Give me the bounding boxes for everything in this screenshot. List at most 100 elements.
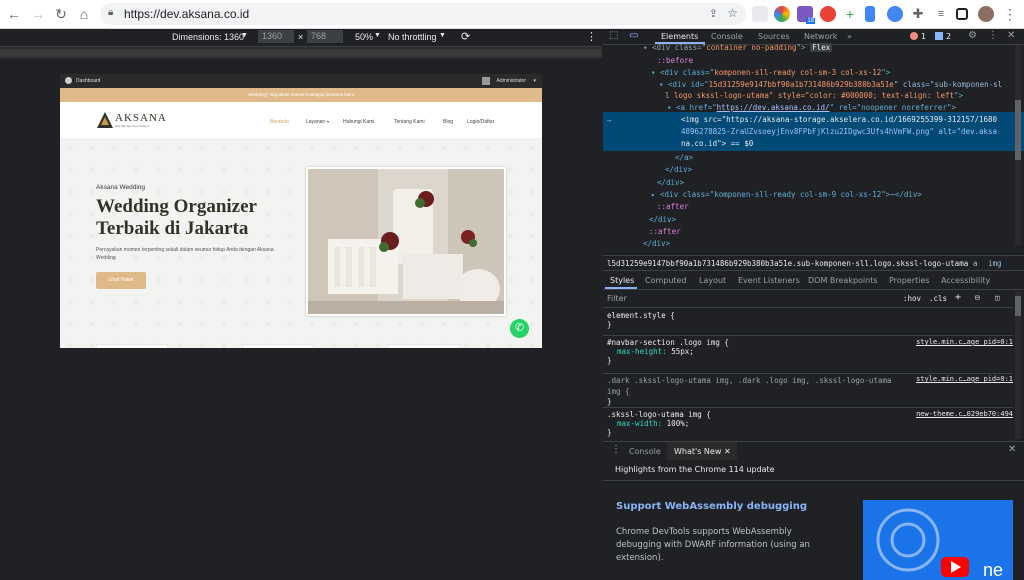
rule-property[interactable]: max-height: 55px; — [607, 347, 1013, 356]
tab-styles[interactable]: Styles — [610, 276, 634, 285]
bookmark-star-icon[interactable]: ☆ — [727, 6, 738, 20]
puzzle-extensions-icon[interactable]: ✚ — [910, 6, 926, 22]
share-icon[interactable]: ⇪ — [709, 7, 718, 20]
error-icon[interactable] — [910, 32, 918, 40]
dom-node[interactable]: ▾ <div class="komponen-sll-ready col-sm-… — [651, 68, 890, 77]
breadcrumb-item[interactable]: a — [973, 259, 978, 268]
tab-console[interactable]: Console — [711, 32, 743, 41]
wordpress-icon[interactable] — [65, 77, 72, 84]
aksana-logo-icon[interactable] — [96, 111, 114, 129]
message-icon[interactable] — [935, 32, 943, 40]
whats-new-video-thumbnail[interactable]: ne — [863, 500, 1013, 580]
devtools-menu-icon[interactable]: ⋮ — [988, 30, 998, 41]
address-bar[interactable]: 🔒︎ https://dev.aksana.co.id ⇪ ☆ — [100, 3, 746, 25]
admin-user-menu[interactable]: Administrator — [497, 78, 526, 84]
new-rule-icon[interactable]: + — [955, 292, 961, 303]
breadcrumb-item[interactable]: l5d31259e9147bbf90a1b731486b929b380b3a51… — [607, 259, 968, 268]
tab-dom-breakpoints[interactable]: DOM Breakpoints — [808, 276, 878, 285]
drawer-menu-icon[interactable]: ⋮ — [611, 444, 621, 455]
inspect-element-icon[interactable]: ⬚ — [609, 30, 618, 41]
throttling-dropdown[interactable]: No throttling — [388, 32, 437, 42]
tab-network[interactable]: Network — [804, 32, 837, 41]
forward-icon[interactable]: → — [28, 4, 48, 24]
dom-node[interactable]: ▾ <div class="container no-padding"> Fle… — [643, 43, 833, 52]
message-count[interactable]: 2 — [946, 32, 951, 41]
reload-icon[interactable]: ↻ — [51, 4, 71, 24]
device-toggle-icon[interactable]: ▭ — [629, 30, 638, 41]
rule-property[interactable]: max-width: 100%; — [607, 419, 1013, 428]
element-state-icon[interactable]: ⊟ — [975, 293, 980, 302]
lihat-paket-button[interactable]: Lihat Paket — [96, 272, 146, 289]
dom-pseudo[interactable]: ::before — [657, 56, 693, 65]
close-icon[interactable]: ✕ — [1007, 30, 1015, 41]
reading-list-icon[interactable]: ≡ — [933, 6, 949, 22]
dom-pseudo[interactable]: ::after — [657, 202, 689, 211]
styles-scrollbar[interactable] — [1015, 291, 1021, 439]
dom-close[interactable]: </a> — [675, 153, 693, 162]
tab-elements[interactable]: Elements — [661, 32, 698, 41]
doc-extension-icon[interactable] — [865, 6, 875, 22]
dom-link[interactable]: https://dev.aksana.co.id/ — [717, 103, 830, 112]
side-panel-icon[interactable] — [956, 8, 968, 20]
nav-link-tentang[interactable]: Tentang Kami — [394, 119, 425, 125]
zoom-dropdown[interactable]: 50% — [355, 32, 373, 42]
adblock-icon[interactable] — [820, 6, 836, 22]
dom-node[interactable]: ▸ <div class="komponen-sll-ready col-sm-… — [651, 190, 922, 199]
tab-sources[interactable]: Sources — [758, 32, 790, 41]
tab-layout[interactable]: Layout — [699, 276, 726, 285]
nav-link-login[interactable]: Login/Daftar — [467, 119, 494, 125]
dom-node[interactable]: ▾ <div id="15d31259e9147bbf90a1b731486b9… — [659, 80, 1002, 89]
dimensions-dropdown[interactable]: Dimensions: 1360 — [172, 32, 244, 42]
whatsapp-icon[interactable]: ✆ — [510, 319, 529, 338]
dom-close[interactable]: </div> — [665, 165, 692, 174]
tab-properties[interactable]: Properties — [889, 276, 929, 285]
rule-source-link[interactable]: new-theme.c…029eb70:494 — [916, 410, 1013, 418]
gear-icon[interactable]: ⚙ — [968, 30, 977, 41]
style-rule[interactable]: .skssl-logo-utama img { new-theme.c…029e… — [607, 410, 1013, 437]
selected-dom-node[interactable]: ⋯ <img src="https://aksana-storage.aksel… — [603, 112, 1024, 151]
dom-node-cont[interactable]: l logo skssl-logo-utama" style="color: #… — [665, 91, 963, 100]
camera-icon[interactable] — [752, 6, 768, 22]
ellipsis-icon[interactable]: ⋯ — [607, 116, 612, 125]
height-input[interactable]: 768 — [307, 30, 343, 43]
style-rule[interactable]: element.style { } — [607, 311, 1013, 329]
close-tab-icon[interactable]: ✕ — [724, 447, 731, 456]
filter-input[interactable]: Filter — [607, 294, 627, 303]
dom-close[interactable]: </div> — [649, 215, 676, 224]
dom-close[interactable]: </div> — [643, 239, 670, 248]
nav-link-blog[interactable]: Blog — [443, 119, 453, 125]
error-count[interactable]: 1 — [921, 32, 926, 41]
flex-badge[interactable]: Flex — [810, 43, 833, 52]
rule-source-link[interactable]: style.min.c…age_pid=0:1 — [916, 375, 1013, 383]
computed-sidebar-icon[interactable]: ◫ — [995, 293, 1000, 302]
tab-event-listeners[interactable]: Event Listeners — [738, 276, 800, 285]
cls-toggle[interactable]: .cls — [929, 294, 947, 303]
home-icon[interactable]: ⌂ — [74, 4, 94, 24]
more-tabs-icon[interactable]: » — [847, 32, 852, 41]
device-options-icon[interactable]: ⋮ — [586, 30, 597, 43]
style-rule[interactable]: .dark .skssl-logo-utama img, .dark .logo… — [607, 375, 1013, 406]
close-drawer-icon[interactable]: ✕ — [1008, 444, 1016, 455]
dom-scrollbar[interactable] — [1015, 45, 1021, 245]
breadcrumb-item[interactable]: img — [988, 259, 1002, 268]
style-rule[interactable]: #navbar-section .logo img { style.min.c…… — [607, 338, 1013, 365]
nav-link-beranda[interactable]: Beranda — [270, 119, 289, 125]
menu-kebab-icon[interactable]: ⋮ — [1000, 4, 1020, 24]
tab-accessibility[interactable]: Accessibility — [941, 276, 990, 285]
tab-computed[interactable]: Computed — [645, 276, 687, 285]
whats-new-title[interactable]: Support WebAssembly debugging — [616, 501, 807, 512]
dom-node[interactable]: ▾ <a href="https://dev.aksana.co.id/" re… — [667, 103, 956, 112]
dashboard-link[interactable]: Dashboard — [76, 78, 100, 84]
nav-link-layanan[interactable]: Layanan — [306, 119, 325, 125]
settings-extension-icon[interactable] — [887, 6, 903, 22]
width-input[interactable]: 1360 — [258, 30, 294, 43]
extension-badge-icon[interactable]: 18 — [797, 6, 815, 24]
profile-avatar[interactable] — [978, 6, 994, 22]
dom-close[interactable]: </div> — [657, 178, 684, 187]
plus-extension-icon[interactable]: + — [842, 6, 858, 22]
media-query-bar[interactable] — [0, 47, 603, 59]
rule-source-link[interactable]: style.min.c…age_pid=0:1 — [916, 338, 1013, 346]
dom-pseudo[interactable]: ::after — [649, 227, 681, 236]
rotate-icon[interactable]: ⟳ — [461, 30, 470, 43]
drawer-tab-whats-new[interactable]: What's New — [674, 447, 721, 456]
